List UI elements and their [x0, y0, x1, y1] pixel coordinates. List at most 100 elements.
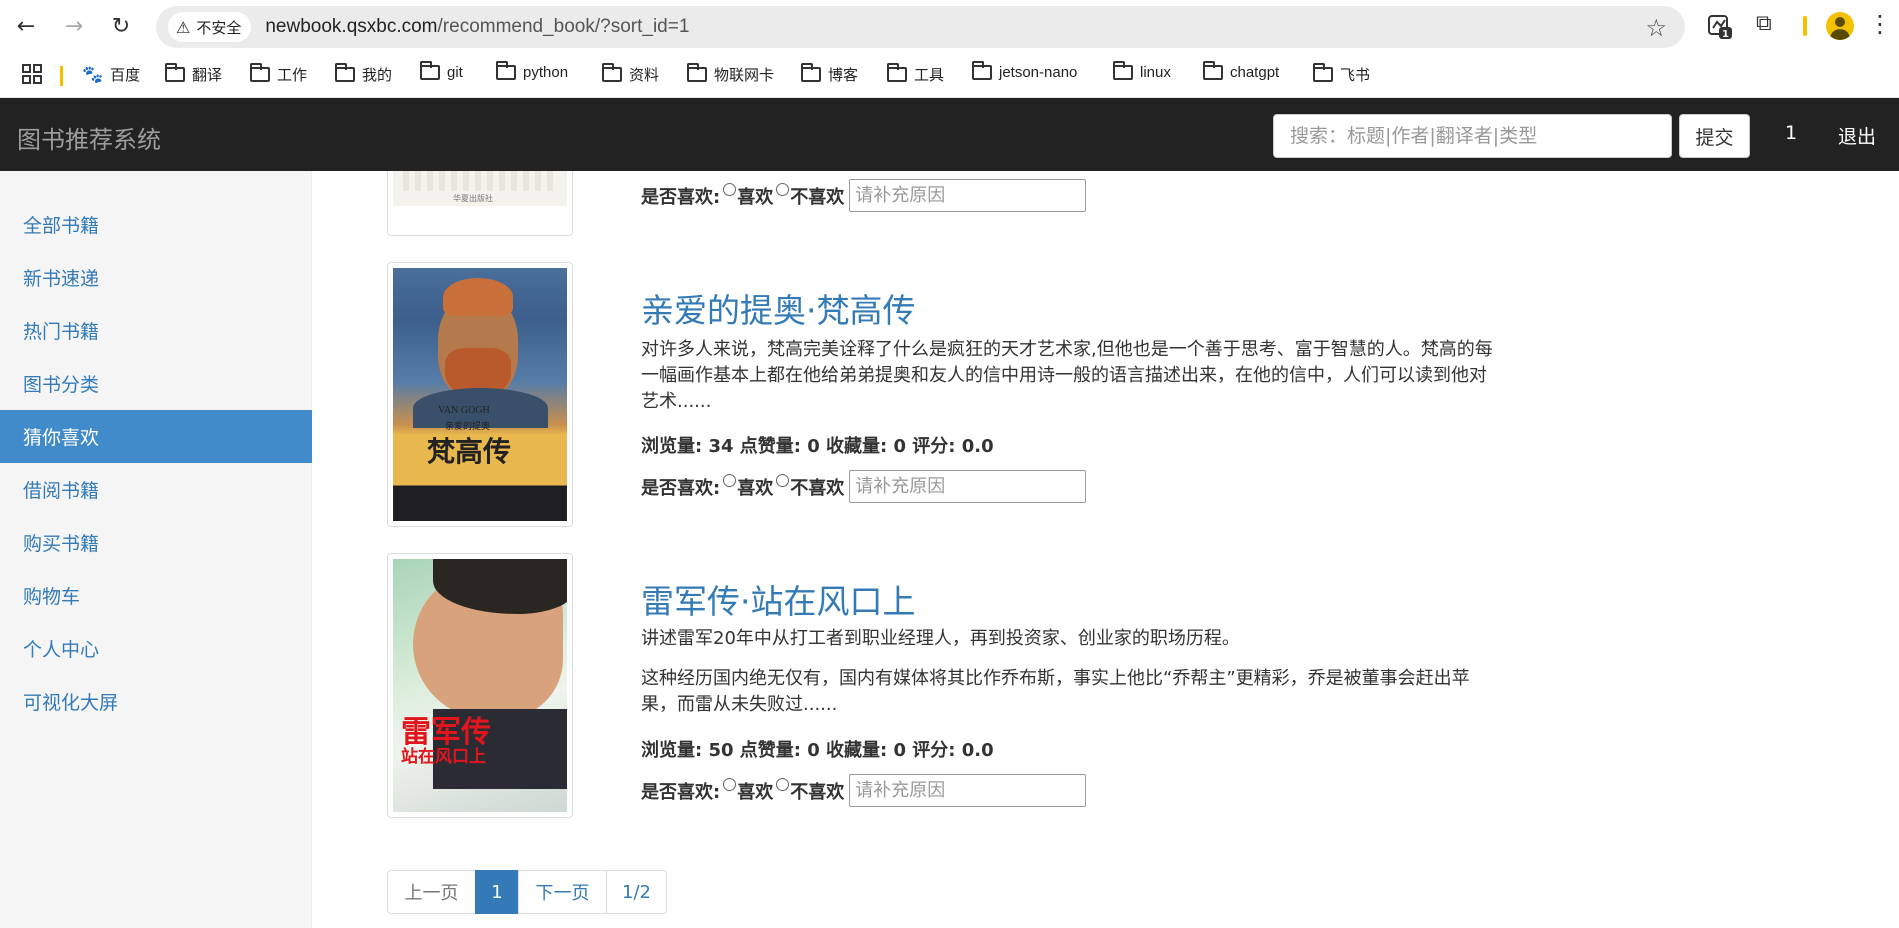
extension-badge: 1 — [1722, 29, 1729, 40]
sidebar-item-purchased[interactable]: 购买书籍 — [0, 516, 312, 569]
folder-icon — [1113, 61, 1133, 80]
logout-link[interactable]: 退出 — [1838, 122, 1876, 149]
search-input[interactable] — [1273, 114, 1672, 158]
user-link[interactable]: 1 — [1785, 122, 1797, 144]
extension-icon[interactable] — [1707, 14, 1733, 40]
folder-icon — [687, 63, 707, 82]
bookmark-label: 百度 — [110, 67, 141, 84]
divider — [1803, 16, 1807, 36]
profile-avatar[interactable] — [1826, 12, 1854, 40]
bookmark-folder[interactable]: 我的 — [335, 63, 392, 85]
warning-icon: ⚠ — [176, 17, 191, 37]
baidu-paw-icon: 🐾 — [82, 64, 104, 84]
url-text[interactable]: newbook.qsxbc.com/recommend_book/?sort_i… — [265, 16, 689, 38]
site-navbar: 图书推荐系统 提交 1 退出 — [0, 98, 1899, 171]
like-label: 喜欢 — [737, 477, 774, 499]
like-question-label: 是否喜欢: — [641, 477, 721, 499]
reason-input[interactable] — [849, 179, 1087, 212]
bookmark-folder[interactable]: 翻译 — [165, 63, 223, 85]
pagination: 上一页 1 下一页 1/2 — [387, 870, 667, 914]
bookmark-label: 飞书 — [1340, 67, 1371, 84]
folder-icon — [801, 63, 821, 82]
bookmark-folder[interactable]: 工具 — [887, 63, 944, 85]
book-description: 对许多人来说，梵高完美诠释了什么是疯狂的天才艺术家,但他也是一个善于思考、富于智… — [641, 339, 1493, 412]
dislike-radio[interactable] — [776, 474, 790, 487]
bookmark-folder[interactable]: 物联网卡 — [687, 63, 775, 85]
bookmark-label: git — [447, 64, 463, 81]
security-label: 不安全 — [196, 18, 242, 37]
sidebar-item-categories[interactable]: 图书分类 — [0, 357, 312, 410]
bookmark-label: 工作 — [277, 67, 308, 84]
bookmark-folder[interactable]: 博客 — [801, 63, 859, 85]
security-chip[interactable]: ⚠ 不安全 — [168, 12, 252, 42]
like-question-label: 是否喜欢: — [641, 186, 721, 208]
book-title-link[interactable]: 亲爱的提奥·梵高传 — [641, 284, 916, 332]
book-title-link[interactable]: 雷军传·站在风口上 — [641, 575, 916, 623]
reload-icon[interactable]: ↻ — [109, 14, 133, 39]
dislike-radio[interactable] — [776, 778, 790, 791]
bookmark-label: 物联网卡 — [714, 67, 775, 84]
sidebar: 全部书籍 新书速递 热门书籍 图书分类 猜你喜欢 借阅书籍 购买书籍 购物车 个… — [0, 171, 312, 928]
next-page-button[interactable]: 下一页 — [518, 870, 607, 914]
bookmark-label: chatgpt — [1230, 64, 1280, 81]
reason-input[interactable] — [849, 774, 1087, 807]
sidebar-item-new-books[interactable]: 新书速递 — [0, 251, 312, 304]
cover-publisher-text: 华夏出版社 — [453, 194, 493, 203]
page-1-button[interactable]: 1 — [475, 870, 519, 914]
search-submit-button[interactable]: 提交 — [1679, 114, 1750, 158]
bookmark-baidu[interactable]: 🐾 百度 — [82, 64, 140, 85]
folder-icon — [165, 63, 185, 82]
folder-icon — [1313, 63, 1333, 82]
bookmark-folder[interactable]: python — [496, 61, 569, 81]
back-arrow-icon[interactable]: ← — [14, 14, 38, 39]
sidebar-item-dashboard[interactable]: 可视化大屏 — [0, 675, 312, 728]
prev-page-button[interactable]: 上一页 — [387, 870, 476, 914]
sidebar-item-hot-books[interactable]: 热门书籍 — [0, 304, 312, 357]
bookmark-folder[interactable]: 飞书 — [1313, 63, 1371, 85]
bookmark-label: 翻译 — [192, 67, 223, 84]
folder-icon — [972, 61, 992, 80]
book-cover-image: 雷军传 站在风口上 — [393, 559, 567, 812]
bookmark-label: python — [523, 64, 569, 81]
sidebar-item-borrowed[interactable]: 借阅书籍 — [0, 463, 312, 516]
bookmark-folder[interactable]: chatgpt — [1203, 61, 1280, 81]
page-info: 1/2 — [606, 870, 667, 914]
address-bar[interactable]: ⚠ 不安全 newbook.qsxbc.com/recommend_book/?… — [156, 6, 1685, 48]
cover-subtitle: 站在风口上 — [401, 747, 486, 767]
bookmark-star-icon[interactable]: ☆ — [1645, 14, 1667, 42]
like-question-label: 是否喜欢: — [641, 781, 721, 803]
like-row: 是否喜欢: 喜欢 不喜欢 — [641, 179, 1087, 212]
book-cover-thumbnail[interactable]: VAN GOGH 亲爱的提奥 梵高传 — [387, 262, 573, 527]
url-host: newbook.qsxbc.com — [265, 16, 438, 37]
forward-arrow-icon[interactable]: → — [62, 14, 86, 39]
bookmark-folder[interactable]: jetson-nano — [972, 61, 1077, 81]
bookmark-folder[interactable]: 工作 — [250, 63, 308, 85]
like-radio[interactable] — [723, 778, 737, 791]
sidebar-item-profile[interactable]: 个人中心 — [0, 622, 312, 675]
sidebar-item-recommend[interactable]: 猜你喜欢 — [0, 410, 312, 463]
bookmark-divider — [60, 66, 63, 86]
reason-input[interactable] — [849, 470, 1087, 503]
book-cover-thumbnail[interactable]: 雷军传 站在风口上 — [387, 553, 573, 818]
folder-icon — [250, 63, 270, 82]
dislike-radio[interactable] — [776, 183, 790, 196]
sidebar-item-cart[interactable]: 购物车 — [0, 569, 312, 622]
book-cover-thumbnail[interactable]: 华夏出版社 — [387, 171, 573, 236]
site-brand[interactable]: 图书推荐系统 — [17, 120, 161, 155]
puzzle-extensions-icon[interactable]: ⧉ — [1756, 11, 1772, 36]
book-stats: 浏览量: 34 点赞量: 0 收藏量: 0 评分: 0.0 — [641, 436, 994, 457]
sidebar-item-all-books[interactable]: 全部书籍 — [0, 198, 312, 251]
book-description: 讲述雷军20年中从打工者到职业经理人，再到投资家、创业家的职场历程。 — [641, 628, 1240, 649]
like-radio[interactable] — [723, 183, 737, 196]
apps-grid-icon[interactable] — [22, 64, 42, 84]
like-label: 喜欢 — [737, 781, 774, 803]
bookmark-folder[interactable]: linux — [1113, 61, 1171, 81]
bookmark-label: 博客 — [828, 67, 859, 84]
more-menu-icon[interactable]: ⋮ — [1868, 10, 1892, 38]
bookmark-folder[interactable]: git — [420, 61, 463, 81]
like-row: 是否喜欢: 喜欢 不喜欢 — [641, 774, 1087, 807]
bookmark-folder[interactable]: 资料 — [602, 63, 659, 85]
folder-icon — [496, 61, 516, 80]
like-label: 喜欢 — [737, 186, 774, 208]
like-radio[interactable] — [723, 474, 737, 487]
